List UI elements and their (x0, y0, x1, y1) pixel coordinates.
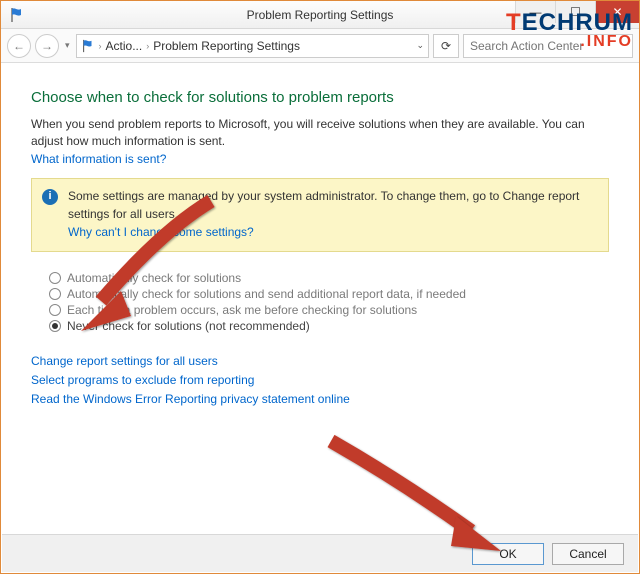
radio-icon (49, 272, 61, 284)
search-input[interactable] (463, 34, 633, 58)
info-icon: i (42, 189, 58, 205)
radio-icon (49, 304, 61, 316)
link-exclude-programs[interactable]: Select programs to exclude from reportin… (31, 371, 609, 390)
link-privacy-statement[interactable]: Read the Windows Error Reporting privacy… (31, 390, 609, 409)
window-controls: — ☐ ✕ (515, 1, 639, 23)
breadcrumb-item-2[interactable]: Problem Reporting Settings (153, 39, 300, 53)
notice-help-link[interactable]: Why can't I change some settings? (68, 225, 254, 239)
address-bar[interactable]: › Actio... › Problem Reporting Settings … (76, 34, 429, 58)
minimize-button[interactable]: — (515, 1, 555, 23)
breadcrumb-item-1[interactable]: Actio... (106, 39, 143, 53)
page-description: When you send problem reports to Microso… (31, 116, 609, 150)
breadcrumb-separator: › (146, 41, 149, 51)
related-links: Change report settings for all users Sel… (31, 352, 609, 410)
radio-option-auto[interactable]: Automatically check for solutions (49, 270, 609, 286)
link-change-all-users[interactable]: Change report settings for all users (31, 352, 609, 371)
radio-icon (49, 288, 61, 300)
forward-button[interactable]: → (35, 34, 59, 58)
radio-label: Automatically check for solutions (67, 271, 241, 285)
breadcrumb-separator: › (99, 41, 102, 51)
back-button[interactable]: ← (7, 34, 31, 58)
admin-notice: i Some settings are managed by your syst… (31, 178, 609, 252)
radio-option-never[interactable]: Never check for solutions (not recommend… (49, 318, 609, 334)
recent-locations-chevron[interactable]: ▾ (63, 40, 72, 51)
flag-icon (9, 7, 25, 23)
radio-option-ask[interactable]: Each time a problem occurs, ask me befor… (49, 302, 609, 318)
address-dropdown-icon[interactable]: ⌄ (416, 40, 424, 51)
info-sent-link[interactable]: What information is sent? (31, 152, 166, 166)
refresh-button[interactable]: ⟳ (433, 34, 459, 58)
maximize-button[interactable]: ☐ (555, 1, 595, 23)
radio-group: Automatically check for solutions Automa… (49, 270, 609, 334)
radio-label: Never check for solutions (not recommend… (67, 319, 310, 333)
cancel-button[interactable]: Cancel (552, 543, 624, 565)
radio-label: Automatically check for solutions and se… (67, 287, 466, 301)
navigation-bar: ← → ▾ › Actio... › Problem Reporting Set… (1, 29, 639, 63)
radio-option-auto-send[interactable]: Automatically check for solutions and se… (49, 286, 609, 302)
notice-text: Some settings are managed by your system… (68, 187, 598, 223)
radio-icon (49, 320, 61, 332)
radio-label: Each time a problem occurs, ask me befor… (67, 303, 417, 317)
content-area: Choose when to check for solutions to pr… (1, 63, 639, 419)
close-button[interactable]: ✕ (595, 1, 639, 23)
window-titlebar: Problem Reporting Settings — ☐ ✕ (1, 1, 639, 29)
ok-button[interactable]: OK (472, 543, 544, 565)
flag-icon-small (81, 39, 95, 53)
dialog-button-bar: OK Cancel (2, 534, 638, 572)
page-heading: Choose when to check for solutions to pr… (31, 89, 609, 106)
